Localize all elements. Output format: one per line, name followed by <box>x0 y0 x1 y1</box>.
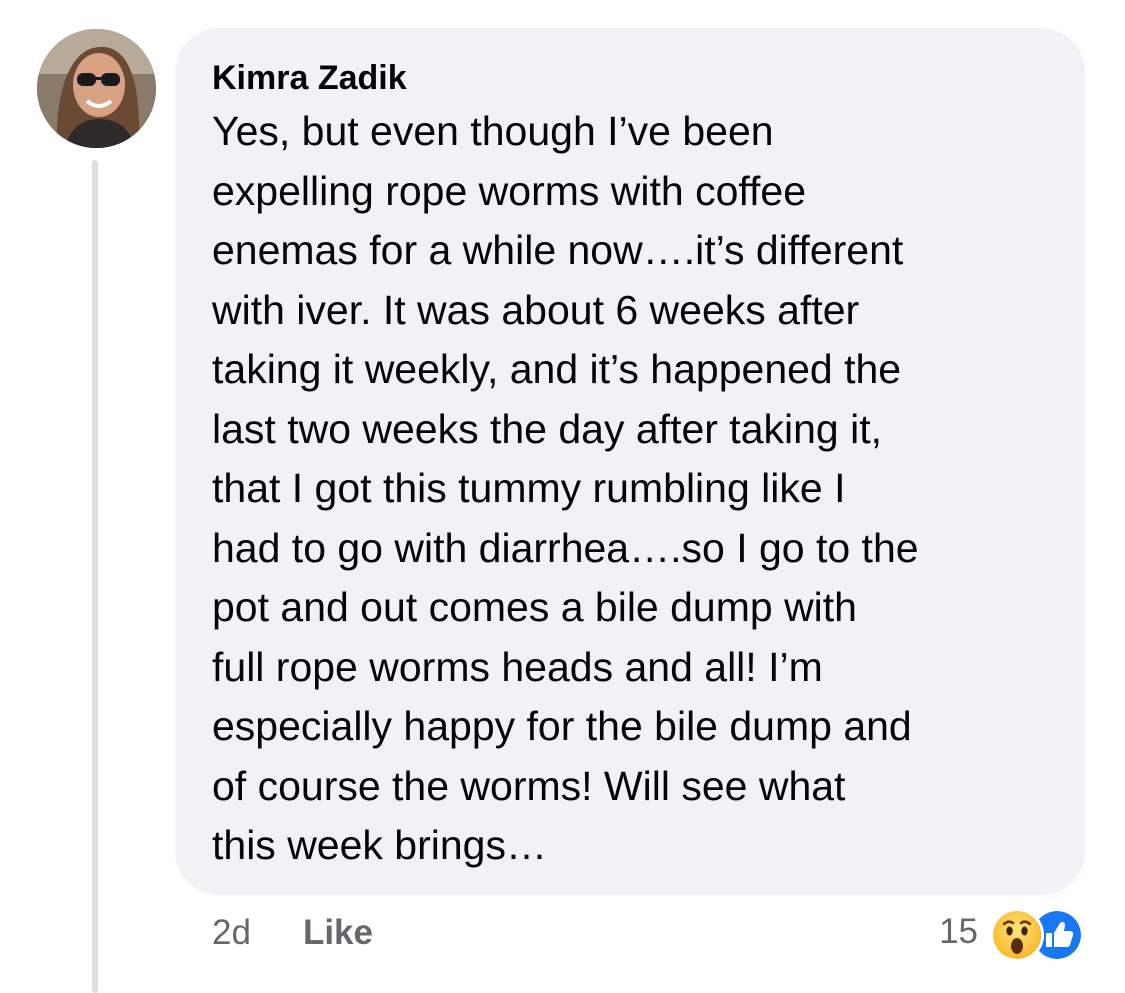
reaction-count: 15 <box>939 912 978 951</box>
wow-icon <box>990 908 1044 962</box>
avatar[interactable] <box>37 29 156 148</box>
comment-actions: 2d Like <box>212 907 373 959</box>
thread-line <box>92 160 98 993</box>
like-button[interactable]: Like <box>303 913 373 953</box>
reaction-summary[interactable]: 15 <box>939 904 1088 962</box>
comment-author[interactable]: Kimra Zadik <box>212 58 1045 98</box>
comment-timestamp[interactable]: 2d <box>212 913 251 953</box>
comment-bubble: Kimra Zadik Yes, but even though I’ve be… <box>175 28 1085 895</box>
avatar-photo <box>37 29 156 148</box>
reaction-icons <box>990 904 1088 962</box>
comment-text: Yes, but even though I’ve been expelling… <box>212 108 919 868</box>
